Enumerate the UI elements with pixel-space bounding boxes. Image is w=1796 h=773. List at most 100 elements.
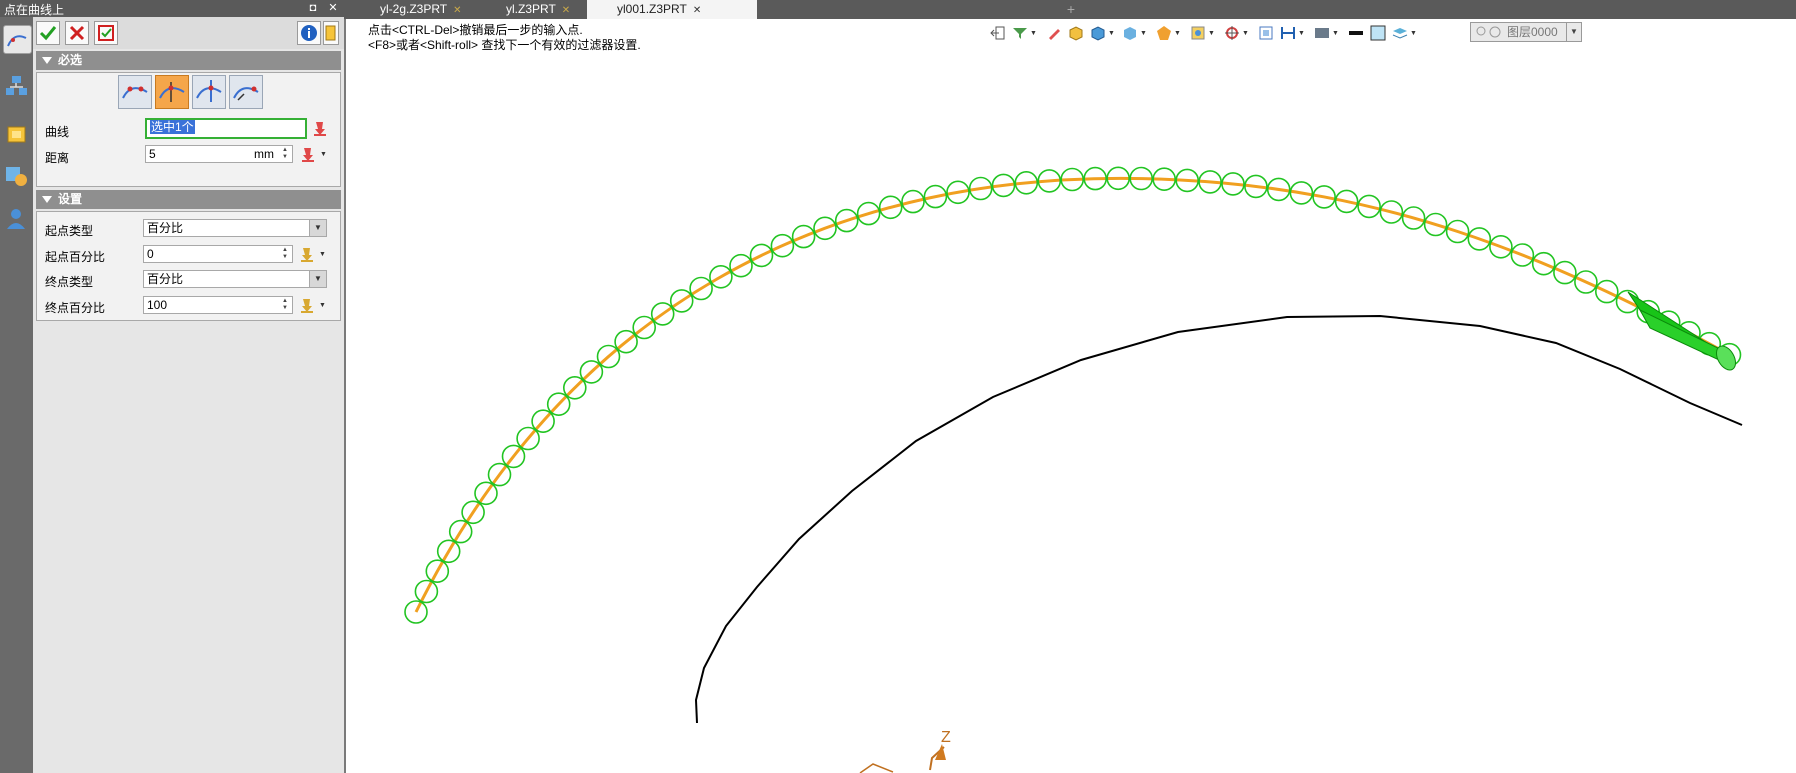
required-header-label: 必选 (58, 53, 83, 67)
end-percent-spinner[interactable]: ▲ ▼ (280, 298, 290, 312)
filter-icon[interactable] (1012, 25, 1028, 41)
settings-section: 起点类型 百分比 ▼ 起点百分比 0 ▲ ▼ ▼ 终点类型 百分比 ▼ 终点百分比… (36, 211, 341, 321)
distance-options-caret[interactable]: ▼ (320, 151, 327, 158)
chevron-down-icon[interactable]: ▼ (309, 220, 326, 236)
collapse-icon (42, 57, 52, 65)
panel-titlebar: 点在曲线上 ◘ ✕ (0, 0, 344, 17)
layer-manager-icon[interactable] (3, 163, 30, 190)
pin-icon[interactable]: ◘ (306, 1, 320, 15)
start-type-value: 百分比 (147, 221, 184, 235)
user-icon[interactable] (3, 205, 30, 232)
cube-icon[interactable] (1090, 25, 1106, 41)
side-rail (0, 17, 33, 773)
close-icon[interactable]: ✕ (453, 5, 461, 16)
distance-input[interactable]: 5 mm ▲ ▼ (145, 145, 293, 163)
line-color-icon[interactable] (1348, 25, 1364, 41)
start-percent-input[interactable]: 0 ▲ ▼ (143, 245, 293, 263)
curve-field-value: 选中1个 (150, 120, 195, 134)
chevron-down-icon[interactable]: ▼ (1410, 30, 1417, 37)
tab-yl001[interactable]: yl001.Z3PRT ✕ (587, 0, 757, 19)
apply-button[interactable] (94, 21, 118, 45)
required-section: 曲线 选中1个 距离 5 mm ▲ ▼ ▼ (36, 72, 341, 187)
info-button[interactable] (297, 21, 321, 45)
end-type-select[interactable]: 百分比 ▼ (143, 270, 327, 288)
mode-distance-button[interactable] (155, 75, 189, 109)
chevron-down-icon[interactable]: ▼ (1174, 30, 1181, 37)
prompt-line-2: <F8>或者<Shift-roll> 查找下一个有效的过滤器设置. (368, 38, 641, 52)
ok-button[interactable] (36, 21, 60, 45)
start-percent-value: 0 (147, 247, 154, 261)
start-percent-spinner[interactable]: ▲ ▼ (280, 247, 290, 261)
layer-stack-icon[interactable] (1392, 25, 1408, 41)
part-icon[interactable] (3, 121, 30, 148)
chevron-down-icon[interactable]: ▼ (1332, 30, 1339, 37)
properties-panel: 必选 曲线 选中1个 距离 5 mm ▲ ▼ ▼ 设置 起点类型 百分比 ▼ 起… (33, 17, 344, 773)
layer-select[interactable]: 图层0000 ▼ (1470, 22, 1582, 42)
panel-toolbar (33, 17, 344, 49)
fit-view-icon[interactable] (1258, 25, 1274, 41)
curve-label: 曲线 (45, 125, 70, 139)
chevron-down-icon[interactable]: ▼ (1208, 30, 1215, 37)
chevron-down-icon[interactable]: ▼ (1242, 30, 1249, 37)
end-percent-pick-icon[interactable] (299, 297, 315, 313)
face-color-icon[interactable] (1370, 25, 1386, 41)
chevron-down-icon[interactable]: ▼ (1108, 30, 1115, 37)
end-percent-value: 100 (147, 298, 168, 312)
tab-label: yl-2g.Z3PRT (380, 2, 448, 16)
help-toggle-button[interactable] (323, 21, 339, 45)
mode-intersect-button[interactable] (192, 75, 226, 109)
box-shaded-icon[interactable] (1068, 25, 1084, 41)
close-icon[interactable]: ✕ (693, 5, 701, 16)
tab-label: yl.Z3PRT (506, 2, 556, 16)
add-tab-button[interactable]: + (1061, 0, 1081, 19)
view-toolbar: ▼ ▼ ▼ ▼ ▼ ▼ ▼ ▼ ▼ (990, 22, 1460, 44)
chevron-down-icon[interactable]: ▼ (1566, 23, 1581, 41)
end-type-label: 终点类型 (45, 275, 94, 289)
distance-spinner[interactable]: ▲ ▼ (280, 147, 290, 161)
required-section-header[interactable]: 必选 (36, 51, 341, 70)
end-percent-label: 终点百分比 (45, 301, 106, 315)
document-tab-bar: yl-2g.Z3PRT ✕ yl.Z3PRT ✕ yl001.Z3PRT ✕ + (344, 0, 1796, 19)
close-icon[interactable]: ✕ (562, 5, 570, 16)
settings-header-label: 设置 (58, 192, 83, 206)
render-icon[interactable] (1156, 25, 1172, 41)
chevron-down-icon[interactable]: ▼ (1298, 30, 1305, 37)
curve-tool-icon[interactable] (3, 25, 32, 54)
start-percent-pick-icon[interactable] (299, 246, 315, 262)
end-percent-input[interactable]: 100 ▲ ▼ (143, 296, 293, 314)
exit-icon[interactable] (990, 25, 1006, 41)
curve-field[interactable]: 选中1个 (145, 118, 307, 139)
close-icon[interactable]: ✕ (326, 1, 340, 15)
lightbulb-icon[interactable] (1475, 25, 1503, 44)
chevron-down-icon[interactable]: ▼ (309, 271, 326, 287)
mode-point-on-curve-button[interactable] (118, 75, 152, 109)
cancel-button[interactable] (65, 21, 89, 45)
end-percent-options-caret[interactable]: ▼ (319, 302, 326, 309)
section-icon[interactable] (1280, 25, 1296, 41)
panel-title: 点在曲线上 (4, 3, 65, 17)
tab-label: yl001.Z3PRT (617, 2, 687, 16)
chevron-down-icon[interactable]: ▼ (1030, 30, 1037, 37)
pencil-icon[interactable] (1046, 25, 1062, 41)
view-orient-icon[interactable] (1190, 25, 1206, 41)
collapse-icon (42, 196, 52, 204)
layer-value: 图层0000 (1507, 25, 1558, 39)
mode-percent-button[interactable] (229, 75, 263, 109)
tab-yl[interactable]: yl.Z3PRT ✕ (498, 0, 578, 19)
chevron-down-icon[interactable]: ▼ (1140, 30, 1147, 37)
3d-viewport[interactable]: 点击<CTRL-Del>撤销最后一步的输入点. <F8>或者<Shift-rol… (344, 19, 1796, 773)
background-icon[interactable] (1314, 25, 1330, 41)
display-style-icon[interactable] (1122, 25, 1138, 41)
pick-entity-icon[interactable] (312, 120, 328, 136)
snap-icon[interactable] (1224, 25, 1240, 41)
tab-yl-2g[interactable]: yl-2g.Z3PRT ✕ (372, 0, 470, 19)
start-type-label: 起点类型 (45, 224, 94, 238)
distance-label: 距离 (45, 151, 70, 165)
start-percent-options-caret[interactable]: ▼ (319, 251, 326, 258)
end-type-value: 百分比 (147, 272, 184, 286)
history-tree-icon[interactable] (3, 73, 30, 100)
start-type-select[interactable]: 百分比 ▼ (143, 219, 327, 237)
distance-pick-icon[interactable] (300, 146, 316, 162)
distance-value: 5 (149, 147, 156, 161)
settings-section-header[interactable]: 设置 (36, 190, 341, 209)
